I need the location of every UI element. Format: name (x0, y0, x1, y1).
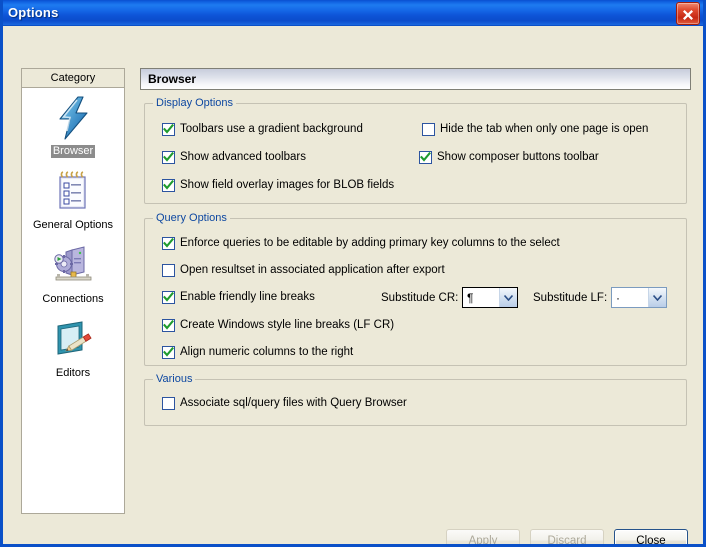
checkbox-label: Enable friendly line breaks (180, 291, 315, 304)
close-x-icon (682, 8, 694, 20)
apply-button[interactable]: Apply (446, 529, 520, 547)
checkbox-align-numeric-right[interactable]: Align numeric columns to the right (162, 346, 353, 359)
checkbox-enforce-editable-queries[interactable]: Enforce queries to be editable by adding… (162, 237, 560, 250)
various-legend: Various (153, 373, 195, 385)
checkbox-unchecked-icon (162, 264, 175, 277)
checkbox-checked-icon (162, 123, 175, 136)
checkbox-blob-overlay-images[interactable]: Show field overlay images for BLOB field… (162, 179, 394, 192)
category-list: Browser (21, 87, 125, 514)
checkbox-show-advanced-toolbars[interactable]: Show advanced toolbars (162, 151, 306, 164)
options-dialog: Options Category (0, 0, 706, 547)
checkbox-checked-icon (162, 291, 175, 304)
window-title: Options (8, 5, 59, 20)
close-window-button[interactable] (676, 2, 700, 25)
checkbox-toolbars-gradient[interactable]: Toolbars use a gradient background (162, 123, 363, 136)
checkbox-label: Show advanced toolbars (180, 151, 306, 164)
checkbox-label: Associate sql/query files with Query Bro… (180, 397, 407, 410)
window-pencil-icon (49, 316, 97, 364)
page-title: Browser (140, 68, 691, 90)
checkbox-checked-icon (419, 151, 432, 164)
various-group: Various Associate sql/query files with Q… (144, 379, 687, 426)
checkbox-label: Show field overlay images for BLOB field… (180, 179, 394, 192)
checkbox-checked-icon (162, 237, 175, 250)
sidebar-item-connections[interactable]: Connections (22, 242, 124, 306)
query-options-group: Query Options Enforce queries to be edit… (144, 218, 687, 366)
checkbox-checked-icon (162, 151, 175, 164)
checkbox-show-composer-toolbar[interactable]: Show composer buttons toolbar (419, 151, 599, 164)
substitute-lf-label: Substitude LF: (533, 292, 607, 304)
sidebar-item-general-options[interactable]: General Options (22, 168, 124, 232)
checkbox-checked-icon (162, 346, 175, 359)
server-gear-network-icon (49, 242, 97, 290)
checkbox-unchecked-icon (422, 123, 435, 136)
checkbox-label: Open resultset in associated application… (180, 264, 445, 277)
checkbox-checked-icon (162, 319, 175, 332)
checkbox-label: Toolbars use a gradient background (180, 123, 363, 136)
checkbox-windows-style-line-breaks[interactable]: Create Windows style line breaks (LF CR) (162, 319, 394, 332)
chevron-down-icon[interactable] (499, 288, 517, 307)
checkbox-label: Enforce queries to be editable by adding… (180, 237, 560, 250)
sidebar-item-label: Editors (54, 367, 92, 380)
sidebar-item-browser[interactable]: Browser (22, 94, 124, 158)
checkbox-label: Align numeric columns to the right (180, 346, 353, 359)
query-options-legend: Query Options (153, 212, 230, 224)
sidebar-item-label: Browser (51, 145, 95, 158)
checkbox-enable-friendly-line-breaks[interactable]: Enable friendly line breaks (162, 291, 315, 304)
checkbox-label: Hide the tab when only one page is open (440, 123, 648, 136)
content-pane: Browser Display Options Toolbars use a g… (140, 68, 691, 514)
display-options-group: Display Options Toolbars use a gradient … (144, 103, 687, 204)
sidebar-item-editors[interactable]: Editors (22, 316, 124, 380)
dialog-body: Category (3, 26, 703, 544)
sidebar-item-label: Connections (40, 293, 105, 306)
checkbox-label: Create Windows style line breaks (LF CR) (180, 319, 394, 332)
category-header: Category (21, 68, 125, 87)
lightning-bolt-icon (49, 94, 97, 142)
notepad-checklist-icon (49, 168, 97, 216)
substitute-cr-label: Substitude CR: (381, 292, 458, 304)
checkbox-open-resultset-after-export[interactable]: Open resultset in associated application… (162, 264, 445, 277)
discard-button[interactable]: Discard (530, 529, 604, 547)
substitute-cr-select[interactable]: ¶ (462, 287, 518, 308)
substitute-cr-value: ¶ (463, 288, 499, 307)
checkbox-hide-tab-single-page[interactable]: Hide the tab when only one page is open (422, 123, 648, 136)
category-panel: Category (21, 68, 125, 514)
close-button[interactable]: Close (614, 529, 688, 547)
title-bar: Options (3, 0, 703, 26)
checkbox-label: Show composer buttons toolbar (437, 151, 599, 164)
sidebar-item-label: General Options (31, 219, 115, 232)
substitute-lf-value: · (612, 288, 648, 307)
chevron-down-icon[interactable] (648, 288, 666, 307)
checkbox-checked-icon (162, 179, 175, 192)
checkbox-unchecked-icon (162, 397, 175, 410)
checkbox-associate-sql-files[interactable]: Associate sql/query files with Query Bro… (162, 397, 407, 410)
display-options-legend: Display Options (153, 97, 236, 109)
substitute-lf-select[interactable]: · (611, 287, 667, 308)
